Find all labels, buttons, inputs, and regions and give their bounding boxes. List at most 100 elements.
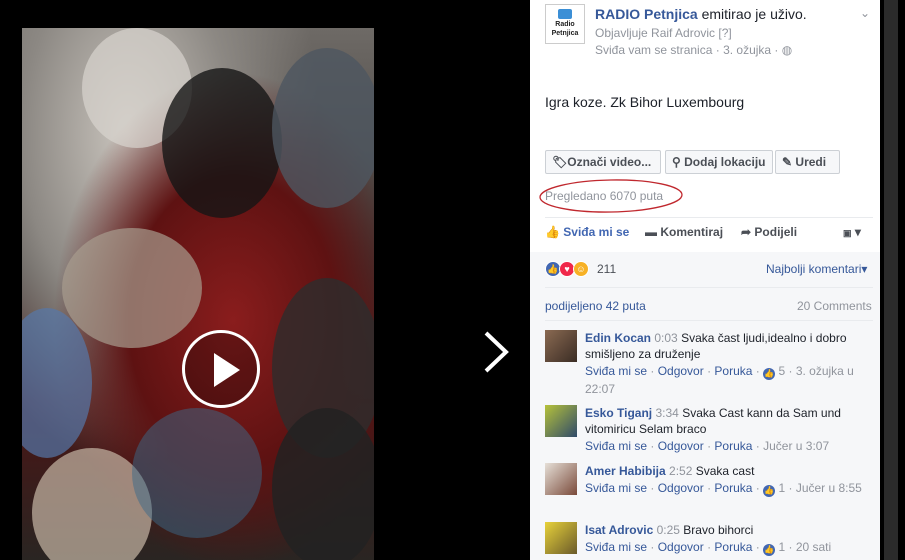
thumbs-up-icon: 👍 bbox=[545, 225, 560, 239]
page-avatar[interactable]: Radio Petnjica bbox=[545, 4, 585, 44]
published-by: Objavljuje Raif Adrovic [?] bbox=[595, 26, 732, 40]
avatar[interactable] bbox=[545, 522, 577, 554]
published-by-text: Objavljuje Raif Adrovic bbox=[595, 26, 716, 40]
right-edge bbox=[880, 0, 905, 560]
page-mini-icon: ▣ bbox=[843, 228, 852, 238]
add-location-button[interactable]: ⚲ Dodaj lokaciju bbox=[665, 150, 773, 174]
post-meta: Sviđa vam se stranica · 3. ožujka · ◍ bbox=[595, 43, 793, 57]
like-label: Sviđa mi se bbox=[563, 225, 630, 239]
comment-reply-link[interactable]: Odgovor bbox=[658, 481, 704, 495]
video-frame-figure bbox=[162, 68, 282, 218]
share-count-link[interactable]: podijeljeno 42 puta bbox=[545, 299, 646, 313]
avatar[interactable] bbox=[545, 463, 577, 495]
comment-like-link[interactable]: Sviđa mi se bbox=[585, 481, 647, 495]
chevron-down-icon[interactable]: ⌄ bbox=[860, 6, 872, 20]
reaction-count: 211 bbox=[597, 262, 617, 276]
share-icon: ➦ bbox=[741, 225, 752, 239]
comment-video-time[interactable]: 2:52 bbox=[669, 464, 692, 478]
comment-message-link[interactable]: Poruka bbox=[714, 540, 752, 554]
published-by-help[interactable]: [?] bbox=[718, 26, 731, 40]
comment-icon: ▬ bbox=[645, 225, 657, 239]
header-suffix: emitirao je uživo. bbox=[701, 6, 807, 22]
edit-button[interactable]: ✎ Uredi bbox=[775, 150, 840, 174]
video-frame-figure bbox=[272, 408, 374, 560]
comment-date[interactable]: 20 sati bbox=[796, 540, 831, 554]
video-frame-figure bbox=[272, 48, 374, 208]
comment-meta: Sviđa mi se · Odgovor · Poruka · 👍 5 · 3… bbox=[585, 364, 854, 396]
comment-meta: Sviđa mi se · Odgovor · Poruka · 👍 1 · J… bbox=[585, 481, 862, 497]
edit-label: Uredi bbox=[795, 155, 827, 169]
annotation-ellipse bbox=[539, 179, 683, 213]
like-button[interactable]: 👍 Sviđa mi se bbox=[545, 225, 629, 239]
divider bbox=[545, 320, 873, 321]
comment-like-count[interactable]: 1 bbox=[778, 540, 785, 554]
comment-label: Komentiraj bbox=[660, 225, 724, 239]
avatar[interactable] bbox=[545, 330, 577, 362]
video-player[interactable] bbox=[22, 28, 374, 560]
avatar[interactable] bbox=[545, 405, 577, 437]
comment-body: Isat Adrovic 0:25 Bravo bihorci Sviđa mi… bbox=[585, 522, 875, 556]
next-arrow-icon[interactable] bbox=[480, 330, 510, 374]
chevron-down-icon: ▾ bbox=[861, 262, 868, 276]
tag-video-label: Označi video... bbox=[567, 155, 652, 169]
comment-message-link[interactable]: Poruka bbox=[714, 364, 752, 378]
post-actions: 👍 Sviđa mi se ▬ Komentiraj ➦ Podijeli ▣ … bbox=[545, 223, 873, 243]
comment-video-time[interactable]: 0:25 bbox=[657, 523, 680, 537]
comment-meta: Sviđa mi se · Odgovor · Poruka · Jučer u… bbox=[585, 439, 830, 453]
post-header: RADIO Petnjica emitirao je uživo. bbox=[595, 6, 807, 22]
comment-like-count[interactable]: 5 bbox=[778, 364, 785, 378]
comment-body: Amer Habibija 2:52 Svaka cast Sviđa mi s… bbox=[585, 463, 875, 497]
page-avatar-label: Radio Petnjica bbox=[551, 21, 579, 37]
sort-label: Najbolji komentari bbox=[766, 262, 862, 276]
divider bbox=[545, 287, 873, 288]
comment-video-time[interactable]: 3:34 bbox=[655, 406, 678, 420]
share-label: Podijeli bbox=[754, 225, 798, 239]
video-frame-figure bbox=[22, 308, 92, 458]
comment-like-count[interactable]: 1 bbox=[778, 481, 785, 495]
comment-message-link[interactable]: Poruka bbox=[714, 439, 752, 453]
comment-reply-link[interactable]: Odgovor bbox=[658, 439, 704, 453]
page-name-link[interactable]: RADIO Petnjica bbox=[595, 6, 698, 22]
comment-reply-link[interactable]: Odgovor bbox=[658, 540, 704, 554]
audience-selector[interactable]: ▣ ▾ bbox=[843, 225, 861, 239]
comment-body: Esko Tiganj 3:34 Svaka Cast kann da Sam … bbox=[585, 405, 875, 455]
comment-button[interactable]: ▬ Komentiraj bbox=[645, 225, 723, 239]
post-panel: Radio Petnjica RADIO Petnjica emitirao j… bbox=[530, 0, 880, 560]
comment-date[interactable]: Jučer u 3:07 bbox=[763, 439, 829, 453]
comment-like-link[interactable]: Sviđa mi se bbox=[585, 439, 647, 453]
comment-reply-link[interactable]: Odgovor bbox=[658, 364, 704, 378]
comment-sort-dropdown[interactable]: Najbolji komentari▾ bbox=[766, 262, 867, 276]
play-button[interactable] bbox=[182, 330, 260, 408]
comment-like-link[interactable]: Sviđa mi se bbox=[585, 540, 647, 554]
post-date[interactable]: 3. ožujka bbox=[723, 43, 771, 57]
comment-date[interactable]: Jučer u 8:55 bbox=[796, 481, 862, 495]
share-button[interactable]: ➦ Podijeli bbox=[741, 225, 797, 239]
location-icon: ⚲ bbox=[672, 155, 681, 169]
commenter-name[interactable]: Amer Habibija bbox=[585, 464, 666, 478]
pencil-icon: ✎ bbox=[782, 155, 793, 169]
thumbs-up-icon: 👍 bbox=[763, 485, 776, 497]
video-frame-figure bbox=[132, 408, 262, 538]
add-location-label: Dodaj lokaciju bbox=[684, 155, 766, 169]
comment-message-link[interactable]: Poruka bbox=[714, 481, 752, 495]
chevron-down-icon: ▾ bbox=[854, 225, 861, 239]
comment-like-link[interactable]: Sviđa mi se bbox=[585, 364, 647, 378]
post-text: Igra koze. Zk Bihor Luxembourg bbox=[545, 94, 745, 110]
tag-icon: 🏷 bbox=[552, 155, 568, 169]
divider bbox=[545, 217, 873, 218]
thumbs-up-icon: 👍 bbox=[763, 368, 776, 380]
haha-reaction-icon: ☺ bbox=[573, 261, 589, 277]
tag-video-button[interactable]: 🏷Označi video... bbox=[545, 150, 661, 174]
commenter-name[interactable]: Isat Adrovic bbox=[585, 523, 653, 537]
scrollbar[interactable] bbox=[884, 0, 898, 560]
comment-text: Svaka cast bbox=[695, 464, 755, 478]
page-like-status: Sviđa vam se stranica bbox=[595, 43, 713, 57]
comments-count-link[interactable]: 20 Comments bbox=[797, 299, 872, 313]
thumbs-up-icon: 👍 bbox=[763, 544, 776, 556]
commenter-name[interactable]: Edin Kocan bbox=[585, 331, 651, 345]
comment-video-time[interactable]: 0:03 bbox=[654, 331, 677, 345]
comment-text: Bravo bihorci bbox=[683, 523, 754, 537]
radio-icon bbox=[558, 9, 572, 19]
comment-body: Edin Kocan 0:03 Svaka čast ljudi,idealno… bbox=[585, 330, 875, 398]
commenter-name[interactable]: Esko Tiganj bbox=[585, 406, 652, 420]
